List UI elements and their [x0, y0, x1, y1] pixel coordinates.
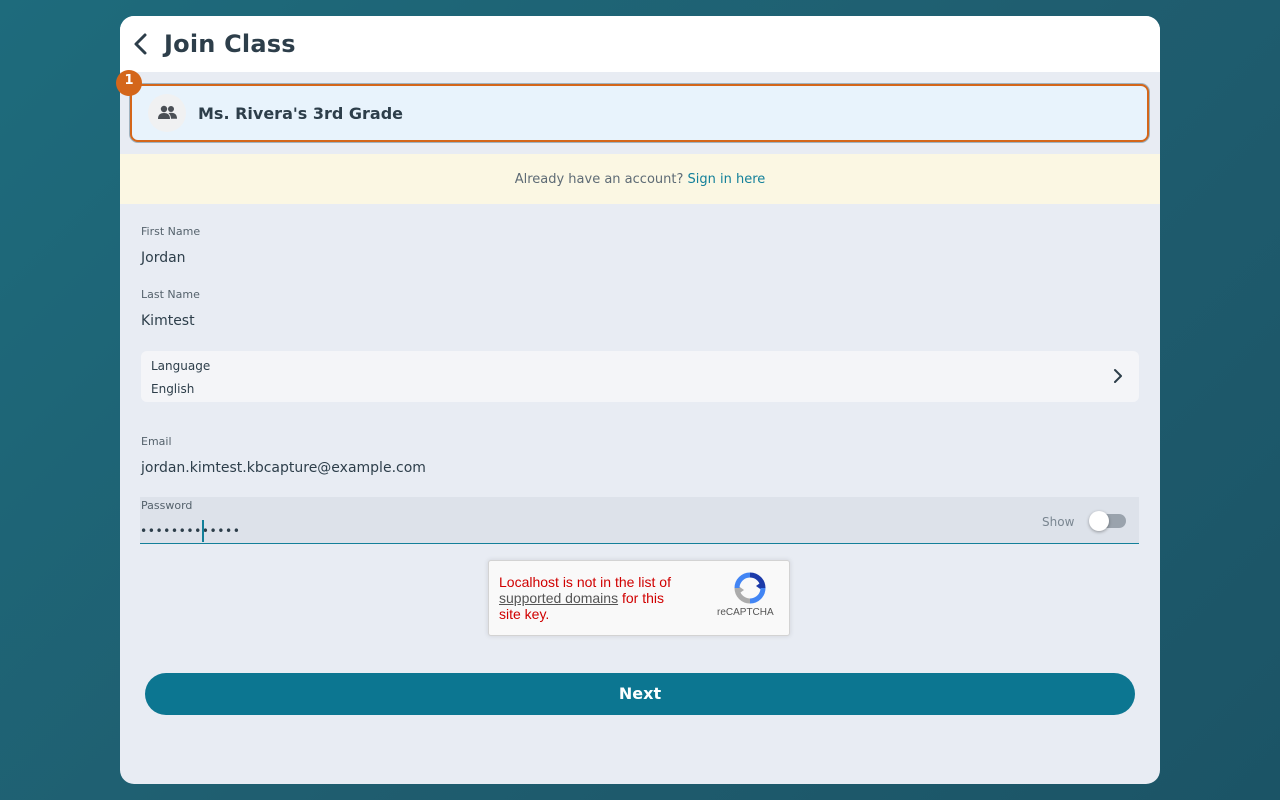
back-button[interactable]	[128, 30, 154, 60]
password-field-container: Password Show	[140, 497, 1139, 544]
toggle-knob	[1089, 511, 1109, 531]
captcha-error-message: Localhost is not in the list of supporte…	[499, 574, 709, 622]
class-name: Ms. Rivera's 3rd Grade	[198, 104, 404, 123]
class-avatar	[148, 94, 186, 132]
captcha-error-line3: site key.	[499, 606, 550, 622]
first-name-label: First Name	[141, 225, 201, 238]
language-value: English	[151, 382, 195, 396]
chevron-right-icon	[1114, 369, 1122, 383]
next-button[interactable]: Next	[145, 673, 1135, 715]
password-input[interactable]	[140, 519, 1020, 543]
show-password-toggle[interactable]	[1089, 511, 1126, 531]
join-class-dialog: Join Class Ms. Rivera's 3rd Grade Alread…	[120, 16, 1160, 784]
supported-domains-link[interactable]: supported domains	[499, 590, 618, 606]
first-name-field[interactable]: Jordan	[141, 250, 186, 266]
page-title: Join Class	[164, 30, 296, 58]
email-label: Email	[141, 435, 172, 448]
group-icon	[158, 105, 177, 119]
signin-prompt: Already have an account?	[514, 172, 684, 187]
step-badge: 1	[116, 70, 142, 96]
language-label: Language	[151, 359, 211, 373]
show-password-label: Show	[1042, 515, 1075, 529]
recaptcha-logo-icon	[734, 572, 766, 604]
last-name-field[interactable]: Kimtest	[141, 313, 195, 329]
recaptcha-brand: reCAPTCHA	[717, 607, 774, 618]
password-label: Password	[141, 499, 193, 512]
email-field[interactable]: jordan.kimtest.kbcapture@example.com	[141, 460, 426, 476]
class-card[interactable]: Ms. Rivera's 3rd Grade	[130, 84, 1149, 142]
recaptcha-widget: Localhost is not in the list of supporte…	[488, 560, 790, 636]
language-selector[interactable]: Language English	[141, 351, 1139, 402]
header: Join Class	[120, 16, 1160, 72]
chevron-left-icon	[134, 33, 147, 55]
captcha-error-line2: for this	[621, 590, 664, 606]
text-caret	[202, 520, 204, 542]
signin-link[interactable]: Sign in here	[688, 172, 766, 187]
last-name-label: Last Name	[141, 288, 200, 301]
captcha-error-line1: Localhost is not in the list of	[499, 574, 671, 590]
signin-banner: Already have an account? Sign in here	[120, 154, 1160, 204]
